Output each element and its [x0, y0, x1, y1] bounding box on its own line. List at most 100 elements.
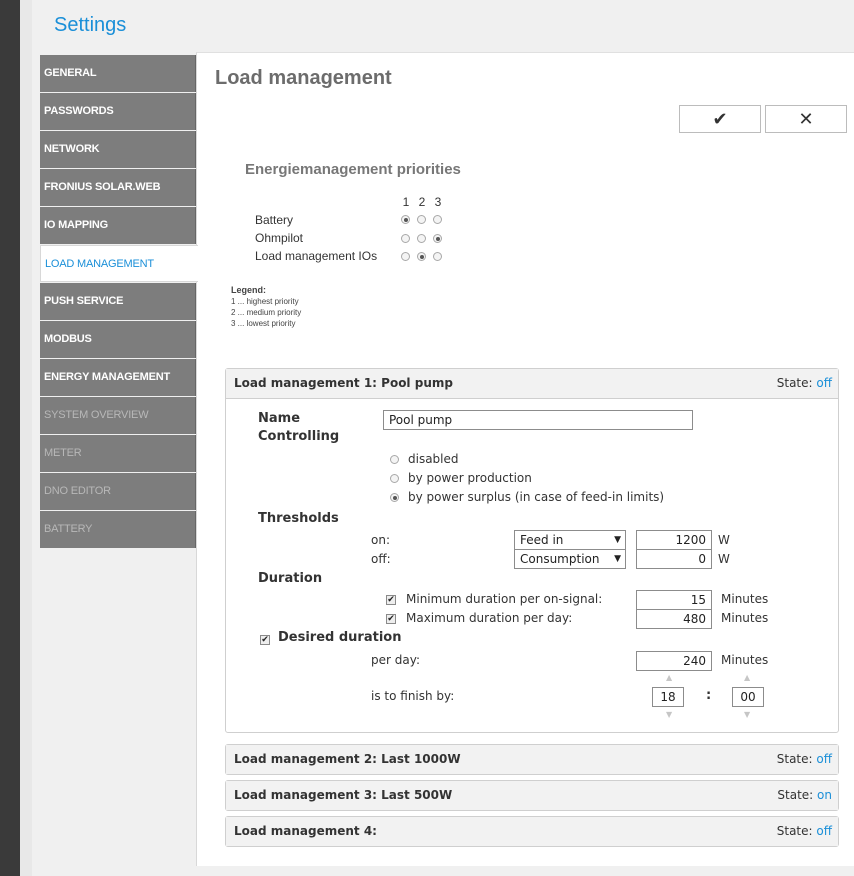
load-management-2-state: State: off [777, 745, 832, 774]
controlling-production-label: by power production [408, 471, 532, 485]
state-label: State: [777, 788, 814, 802]
threshold-on-mode-value: Feed in [520, 533, 564, 547]
dropdown-arrow-icon: ▼ [614, 535, 621, 545]
controlling-label: Controlling [258, 429, 340, 444]
sidebar-item-system-overview[interactable]: SYSTEM OVERVIEW [40, 397, 196, 434]
per-day-input[interactable]: 240 [636, 651, 712, 671]
sidebar-item-general[interactable]: GENERAL [40, 55, 196, 92]
controlling-disabled-radio[interactable] [390, 455, 399, 464]
min-duration-unit: Minutes [721, 592, 769, 606]
threshold-off-mode-select[interactable]: Consumption ▼ [514, 549, 626, 569]
hour-down-arrow-icon[interactable]: ▼ [666, 710, 672, 719]
load-management-3-header[interactable]: Load management 3: Last 500W State: on [226, 781, 838, 810]
load-management-4-state: State: off [777, 817, 832, 846]
threshold-on-mode-select[interactable]: Feed in ▼ [514, 530, 626, 550]
time-separator: : [706, 688, 712, 703]
desired-duration-label: Desired duration [278, 630, 402, 645]
state-label: State: [776, 376, 813, 390]
hour-up-arrow-icon[interactable]: ▲ [666, 673, 672, 682]
sidebar-item-dno-editor[interactable]: DNO EDITOR [40, 473, 196, 510]
load-ios-priority-1-radio[interactable] [401, 252, 410, 261]
desired-duration-checkbox[interactable]: ✔ [260, 635, 270, 645]
minute-down-arrow-icon[interactable]: ▼ [744, 710, 750, 719]
load-management-4-header[interactable]: Load management 4: State: off [226, 817, 838, 846]
app-title: Settings [54, 14, 127, 36]
check-icon: ✔ [712, 109, 728, 129]
battery-priority-1-radio[interactable] [401, 215, 410, 224]
load-management-1-header[interactable]: Load management 1: Pool pump State: off [226, 369, 838, 398]
load-management-2-title: Load management 2: Last 1000W [234, 752, 461, 766]
main-content: Load management ✔ ✕ Energiemanagement pr… [196, 52, 854, 866]
battery-priority-3-radio[interactable] [433, 215, 442, 224]
priority-label-load-management-ios: Load management IOs [255, 249, 378, 263]
name-input[interactable]: Pool pump [383, 410, 693, 430]
threshold-off-mode-value: Consumption [520, 552, 600, 566]
legend-item: 1 ... highest priority [231, 297, 299, 306]
threshold-on-value-input[interactable]: 1200 [636, 530, 712, 550]
sidebar-item-push-service[interactable]: PUSH SERVICE [40, 283, 196, 320]
load-management-4-panel: Load management 4: State: off [225, 816, 839, 847]
state-label: State: [776, 824, 813, 838]
ohmpilot-priority-2-radio[interactable] [417, 234, 426, 243]
legend-title: Legend: [231, 285, 266, 295]
max-duration-checkbox[interactable]: ✔ [386, 614, 396, 624]
max-duration-input[interactable]: 480 [636, 609, 712, 629]
priority-column-1: 1 [402, 195, 410, 209]
legend-item: 2 ... medium priority [231, 308, 302, 317]
page-title: Load management [215, 67, 392, 89]
sidebar-item-modbus[interactable]: MODBUS [40, 321, 196, 358]
load-management-2-header[interactable]: Load management 2: Last 1000W State: off [226, 745, 838, 774]
load-management-1-body: Name Pool pump Controlling disabled by p… [226, 398, 838, 732]
sidebar-item-meter[interactable]: METER [40, 435, 196, 472]
threshold-off-label: off: [371, 552, 391, 566]
controlling-surplus-radio[interactable] [390, 493, 399, 502]
controlling-surplus-label: by power surplus (in case of feed-in lim… [408, 490, 665, 504]
load-ios-priority-3-radio[interactable] [433, 252, 442, 261]
priority-label-battery: Battery [255, 213, 294, 227]
sidebar-item-passwords[interactable]: PASSWORDS [40, 93, 196, 130]
priority-column-3: 3 [434, 195, 442, 209]
confirm-button[interactable]: ✔ [679, 105, 761, 133]
max-duration-unit: Minutes [721, 611, 769, 625]
priority-label-ohmpilot: Ohmpilot [255, 231, 304, 245]
threshold-off-value-input[interactable]: 0 [636, 549, 712, 569]
load-management-3-state: State: on [777, 781, 832, 810]
priorities-title: Energiemanagement priorities [245, 161, 461, 178]
minute-up-arrow-icon[interactable]: ▲ [744, 673, 750, 682]
legend-item: 3 ... lowest priority [231, 319, 296, 328]
finish-minute-input[interactable]: 00 [732, 687, 764, 707]
state-value[interactable]: off [816, 752, 832, 766]
controlling-disabled-label: disabled [408, 452, 459, 466]
sidebar-item-energy-management[interactable]: ENERGY MANAGEMENT [40, 359, 196, 396]
cancel-button[interactable]: ✕ [765, 105, 847, 133]
battery-priority-2-radio[interactable] [417, 215, 426, 224]
name-label: Name [258, 411, 301, 426]
sidebar-item-load-management[interactable]: LOAD MANAGEMENT [40, 245, 198, 282]
state-label: State: [776, 752, 813, 766]
finish-by-label: is to finish by: [371, 689, 455, 703]
load-ios-priority-2-radio[interactable] [417, 252, 426, 261]
ohmpilot-priority-1-radio[interactable] [401, 234, 410, 243]
threshold-on-label: on: [371, 533, 390, 547]
ohmpilot-priority-3-radio[interactable] [433, 234, 442, 243]
load-management-1-panel: Load management 1: Pool pump State: off … [225, 368, 839, 733]
threshold-off-unit: W [718, 552, 730, 566]
state-value[interactable]: off [816, 376, 832, 390]
window-left-border [0, 0, 20, 876]
min-duration-input[interactable]: 15 [636, 590, 712, 610]
window-left-gutter [20, 0, 32, 876]
sidebar-item-network[interactable]: NETWORK [40, 131, 196, 168]
state-value[interactable]: off [816, 824, 832, 838]
sidebar-item-fronius-solar-web[interactable]: FRONIUS SOLAR.WEB [40, 169, 196, 206]
dropdown-arrow-icon: ▼ [614, 554, 621, 564]
per-day-unit: Minutes [721, 653, 769, 667]
state-value[interactable]: on [817, 788, 832, 802]
min-duration-checkbox[interactable]: ✔ [386, 595, 396, 605]
thresholds-label: Thresholds [258, 511, 339, 526]
sidebar-item-battery[interactable]: BATTERY [40, 511, 196, 548]
close-icon: ✕ [798, 109, 814, 129]
finish-hour-input[interactable]: 18 [652, 687, 684, 707]
load-management-1-title: Load management 1: Pool pump [234, 376, 453, 390]
sidebar-item-io-mapping[interactable]: IO MAPPING [40, 207, 196, 244]
controlling-production-radio[interactable] [390, 474, 399, 483]
